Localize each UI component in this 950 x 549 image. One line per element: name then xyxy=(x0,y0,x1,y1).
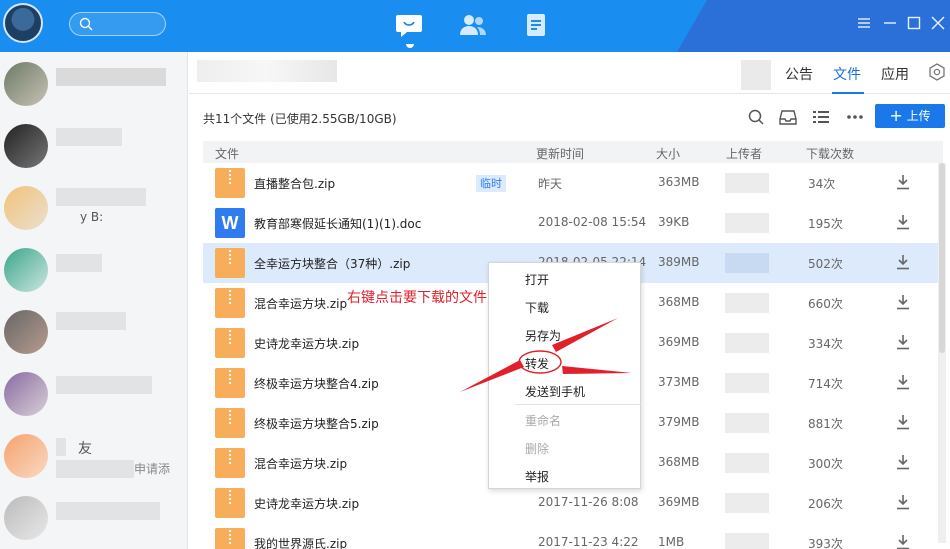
annotation-arrow xyxy=(460,360,524,392)
annotation-circle xyxy=(518,350,562,374)
annotation-arrow xyxy=(552,318,618,352)
annotation-overlay xyxy=(460,318,632,392)
annotation-arrow xyxy=(562,366,632,374)
